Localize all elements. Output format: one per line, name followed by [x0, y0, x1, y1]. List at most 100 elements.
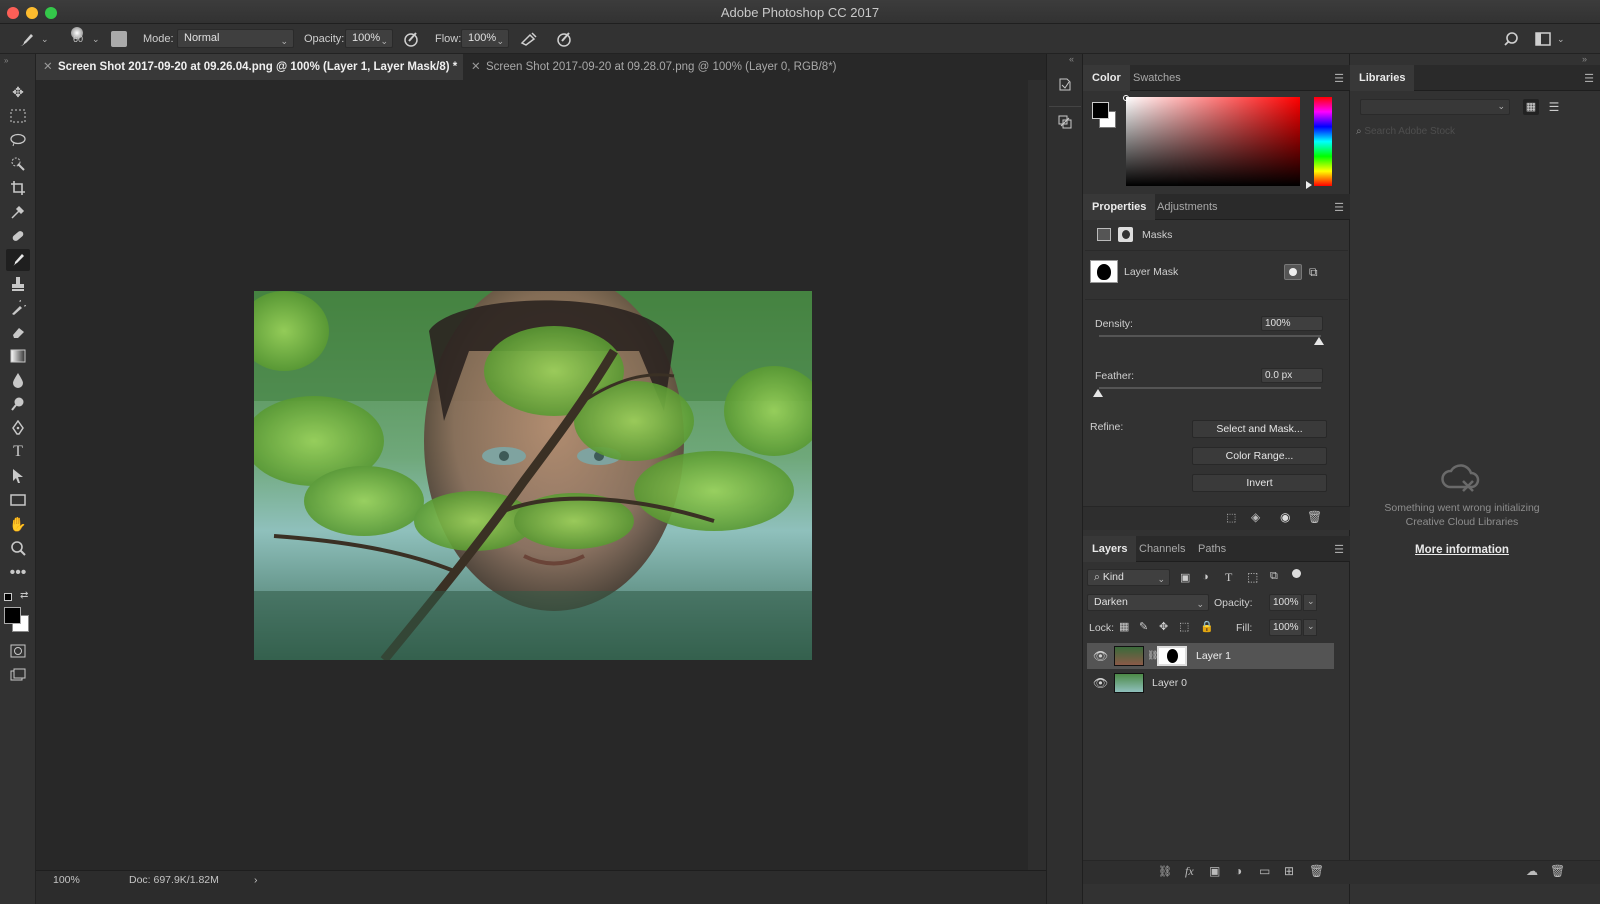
document-canvas-image[interactable] [254, 291, 812, 660]
chevron-down-icon[interactable]: ⌄ [41, 34, 49, 45]
list-view-icon[interactable]: ☰ [1546, 99, 1562, 115]
trash-icon[interactable]: 🗑 [1307, 510, 1322, 524]
feather-field[interactable]: 0.0 px [1261, 368, 1323, 383]
lock-artboard-icon[interactable]: ⬚ [1179, 620, 1189, 633]
brush-tool-preset-icon[interactable] [18, 32, 36, 51]
filter-adjustment-icon[interactable]: ◑ [1202, 571, 1209, 583]
swap-colors-icon[interactable]: ⇄ [20, 590, 28, 601]
feather-slider-track[interactable] [1099, 387, 1321, 389]
screen-mode-icon[interactable] [6, 664, 30, 686]
color-range-button[interactable]: Color Range... [1192, 447, 1327, 465]
history-brush-tool-icon[interactable] [6, 297, 30, 319]
brush-tool-icon[interactable] [6, 249, 30, 271]
invert-button[interactable]: Invert [1192, 474, 1327, 492]
density-field[interactable]: 100% [1261, 316, 1323, 331]
lock-all-icon[interactable]: 🔒 [1200, 620, 1214, 633]
collapse-panel-icon[interactable]: » [1582, 54, 1587, 64]
tab-color[interactable]: Color [1083, 65, 1130, 91]
foreground-color-swatch[interactable] [1092, 102, 1109, 119]
panel-menu-icon[interactable]: ☰ [1334, 201, 1344, 214]
collapse-toolbar-icon[interactable]: » [4, 56, 8, 65]
lasso-tool-icon[interactable] [6, 129, 30, 151]
opacity-field[interactable]: 100% ⌄ [345, 29, 393, 48]
move-tool-icon[interactable]: ✥ [6, 81, 30, 103]
filter-toggle-icon[interactable] [1292, 569, 1301, 578]
lock-image-icon[interactable]: ✎ [1139, 620, 1148, 633]
flow-field[interactable]: 100% ⌄ [461, 29, 509, 48]
brush-panel-toggle-icon[interactable] [111, 31, 127, 47]
stock-search-field[interactable]: ⌕ Search Adobe Stock [1356, 126, 1556, 143]
tab-paths[interactable]: Paths [1189, 536, 1235, 562]
pen-tool-icon[interactable] [6, 417, 30, 439]
tab-layers[interactable]: Layers [1083, 536, 1137, 562]
pressure-opacity-icon[interactable] [403, 31, 419, 50]
grid-view-icon[interactable]: ▦ [1523, 99, 1539, 115]
apply-mask-icon[interactable]: ⧉ [1309, 265, 1318, 280]
visibility-eye-icon[interactable]: 👁 [1093, 649, 1108, 663]
document-tab-1[interactable]: ✕ Screen Shot 2017-09-20 at 09.26.04.png… [36, 54, 463, 80]
blur-tool-icon[interactable] [6, 369, 30, 391]
load-selection-icon[interactable]: ⬚ [1226, 511, 1236, 524]
trash-icon[interactable]: 🗑 [1550, 864, 1565, 878]
document-tab-2[interactable]: ✕ Screen Shot 2017-09-20 at 09.28.07.png… [464, 54, 854, 80]
feather-slider-thumb[interactable] [1093, 389, 1103, 397]
trash-icon[interactable]: 🗑 [1309, 864, 1324, 878]
hue-slider[interactable] [1314, 97, 1332, 186]
density-slider-track[interactable] [1099, 335, 1321, 337]
more-information-link[interactable]: More information [1350, 544, 1574, 556]
add-mask-icon[interactable]: ▣ [1209, 864, 1220, 878]
cloud-sync-icon[interactable]: ☁ [1526, 864, 1538, 878]
marquee-tool-icon[interactable] [6, 105, 30, 127]
collapse-dock-icon[interactable]: « [1069, 54, 1074, 64]
history-panel-icon[interactable] [1054, 76, 1076, 98]
close-tab-icon[interactable]: ✕ [43, 54, 53, 80]
more-tools-icon[interactable]: ••• [6, 562, 30, 584]
tab-channels[interactable]: Channels [1130, 536, 1194, 562]
tab-libraries[interactable]: Libraries [1350, 65, 1415, 91]
dodge-tool-icon[interactable] [6, 393, 30, 415]
vector-mask-icon[interactable] [1118, 227, 1133, 242]
clone-stamp-tool-icon[interactable] [6, 273, 30, 295]
doc-size[interactable]: Doc: 697.9K/1.82M [129, 874, 219, 886]
zoom-level[interactable]: 100% [53, 874, 80, 886]
filter-pixel-icon[interactable]: ▣ [1180, 571, 1190, 584]
lock-transparent-icon[interactable]: ▦ [1119, 620, 1129, 633]
new-adjustment-layer-icon[interactable]: ◑ [1235, 864, 1242, 878]
new-group-folder-icon[interactable]: ▭ [1259, 864, 1270, 878]
new-layer-icon[interactable]: ⊞ [1284, 864, 1294, 878]
filter-type-icon[interactable]: T [1225, 570, 1232, 585]
healing-brush-tool-icon[interactable] [6, 225, 30, 247]
filter-smart-object-icon[interactable]: ⧉ [1270, 570, 1278, 583]
tab-adjustments[interactable]: Adjustments [1148, 194, 1227, 220]
default-colors-icon[interactable] [4, 593, 12, 601]
layer-opacity-field[interactable]: 100% [1269, 594, 1302, 611]
tab-properties[interactable]: Properties [1083, 194, 1156, 220]
layer-row-layer-1[interactable]: 👁 ⛓ Layer 1 [1087, 643, 1334, 669]
gradient-tool-icon[interactable] [6, 345, 30, 367]
apply-mask-icon[interactable]: ◈ [1251, 510, 1260, 524]
fill-field[interactable]: 100% [1269, 619, 1302, 636]
layer-mask-thumbnail[interactable] [1090, 260, 1118, 283]
library-select[interactable]: ⌄ [1360, 99, 1510, 115]
select-mask-icon[interactable] [1284, 264, 1302, 280]
chevron-down-icon[interactable]: ⌄ [92, 34, 100, 45]
filter-shape-icon[interactable]: ⬚ [1247, 570, 1258, 584]
color-picker-cursor[interactable] [1123, 95, 1129, 101]
visibility-eye-icon[interactable]: 👁 [1093, 676, 1108, 690]
panel-menu-icon[interactable]: ☰ [1584, 72, 1594, 85]
eyedropper-tool-icon[interactable] [6, 201, 30, 223]
tab-swatches[interactable]: Swatches [1124, 65, 1190, 91]
rectangle-tool-icon[interactable] [6, 489, 30, 511]
pressure-size-icon[interactable] [556, 31, 572, 50]
color-field[interactable] [1126, 97, 1300, 186]
quick-mask-icon[interactable] [6, 640, 30, 662]
workspace-switcher-icon[interactable] [1535, 32, 1551, 49]
chevron-down-icon[interactable]: ⌄ [1557, 34, 1565, 45]
visibility-eye-icon[interactable]: ◉ [1280, 510, 1290, 524]
search-icon[interactable] [1503, 31, 1519, 50]
select-and-mask-button[interactable]: Select and Mask... [1192, 420, 1327, 438]
panel-menu-icon[interactable]: ☰ [1334, 543, 1344, 556]
quick-selection-tool-icon[interactable] [6, 153, 30, 175]
lock-position-icon[interactable]: ✥ [1159, 620, 1168, 633]
opacity-dropdown[interactable]: ⌄ [1303, 594, 1317, 611]
